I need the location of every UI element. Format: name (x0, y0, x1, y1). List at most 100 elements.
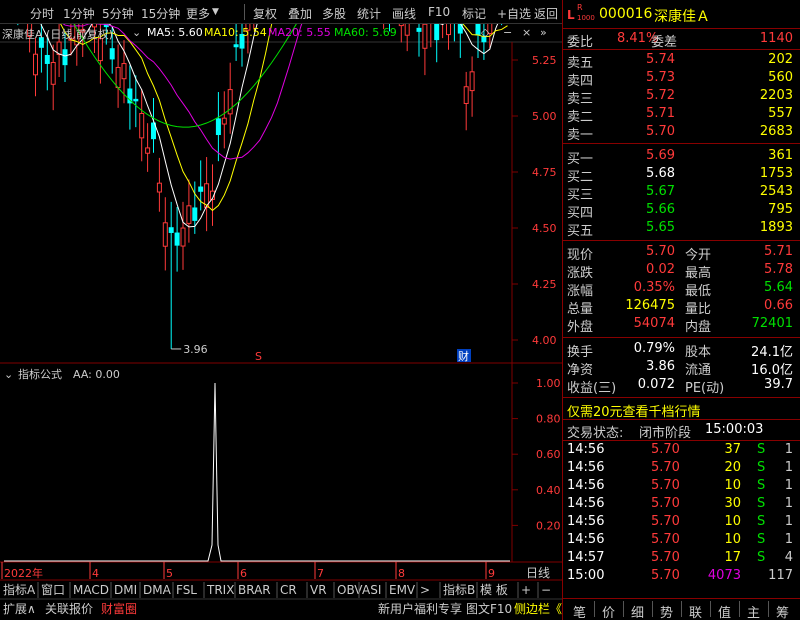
bid-row: 买三 5.67 2543 (567, 184, 797, 203)
candle-body (145, 147, 151, 154)
fund-value: 3.86 (646, 359, 675, 374)
chevron-down-icon[interactable]: ⌄ (132, 26, 141, 39)
toolbar-item-f10[interactable]: F10 (428, 5, 450, 19)
indicator-toggle-icon[interactable]: ⌄ (4, 368, 13, 381)
toolbar-item-fuquan[interactable]: 复权 (253, 5, 277, 22)
detail-tab[interactable]: 联 (689, 602, 702, 620)
tick-volume: 10 (724, 514, 741, 529)
toolbar-item-1min[interactable]: 1分钟 (63, 5, 95, 22)
panel-separator (563, 440, 800, 441)
period-label[interactable]: 日线 (526, 566, 550, 580)
quote-value: 126475 (625, 298, 675, 313)
indicator-tab[interactable]: FSL (176, 583, 197, 597)
indicator-tab[interactable]: 窗口 (41, 583, 65, 597)
quote-value: 5.70 (646, 244, 675, 259)
price-axis-label: 5.00 (532, 110, 557, 123)
candle-body (168, 227, 174, 233)
toolbar-item-fenshi[interactable]: 分时 (30, 5, 54, 22)
quote-label: 涨跌 (567, 266, 594, 281)
tick-row: 15:00 5.70 4073 117 (567, 568, 797, 586)
quote-value-2: 0.66 (764, 298, 793, 313)
toolbar-item-diejia[interactable]: 叠加 (288, 5, 312, 22)
detail-tab[interactable]: 值 (718, 602, 731, 620)
weibi-row: 委比 8.41% 委差 1140 (567, 31, 797, 50)
f10-link[interactable]: 图文F10 (466, 601, 512, 616)
minus-icon[interactable]: − (503, 26, 512, 39)
indicator-tab[interactable]: TRIX (206, 583, 234, 597)
indicator-tab[interactable]: DMI (114, 583, 137, 597)
indicator-tab[interactable]: 指标B (443, 582, 475, 597)
indicator-tab[interactable]: 指标A (3, 582, 36, 597)
candle-body (162, 222, 168, 247)
indicator-aa-line (4, 382, 510, 562)
indicator-tab[interactable]: VR (310, 583, 327, 597)
detail-tab[interactable]: 价 (602, 602, 615, 620)
candle-body (156, 182, 162, 193)
price-axis-label: 4.00 (532, 334, 557, 347)
tick-volume: 30 (724, 496, 741, 511)
detail-tab[interactable]: 筹 (776, 602, 789, 620)
tick-count: 1 (784, 442, 793, 457)
bid-volume: 1893 (759, 220, 793, 235)
close-icon[interactable]: × (522, 26, 531, 39)
tick-volume: 20 (724, 460, 741, 475)
quote-row: 外盘 54074 内盘 72401 (567, 316, 797, 335)
fund-label-2: 股本 (685, 345, 712, 360)
promo-row: 仅需20元查看千档行情 (567, 401, 797, 420)
status-link[interactable]: 财富圈 (101, 601, 137, 616)
toolbar-item-duogu[interactable]: 多股 (322, 5, 346, 22)
indicator-axis-label: 0.40 (536, 484, 561, 497)
price-axis-label: 4.50 (532, 222, 557, 235)
toolbar-item-biaoji[interactable]: 标记 (462, 5, 486, 22)
tick-price: 5.70 (651, 550, 680, 565)
candle-body (221, 117, 227, 125)
settings-diamond-icon[interactable]: ◇ (481, 26, 489, 39)
panel-separator (563, 397, 800, 398)
ask-price: 5.70 (646, 124, 675, 139)
quote-label: 外盘 (567, 320, 594, 335)
status-link[interactable]: 扩展∧ (3, 602, 36, 616)
detail-tab[interactable]: 势 (660, 602, 673, 620)
indicator-axis-label: 0.20 (536, 519, 561, 532)
chart-title: 深康佳A (日线,前复权) (2, 28, 114, 41)
indicator-tab[interactable]: EMV (389, 583, 416, 597)
tick-time: 14:56 (567, 532, 605, 547)
tab-separator (681, 601, 682, 617)
tick-side: S (757, 460, 766, 475)
indicator-tab[interactable]: DMA (143, 583, 172, 597)
candle-body (50, 61, 56, 85)
tick-side: S (757, 478, 766, 493)
toolbar-item-more[interactable]: 更多 (186, 5, 210, 22)
ask-volume: 557 (768, 106, 793, 121)
indicator-tab[interactable]: > (420, 583, 430, 597)
expand-icon[interactable]: » (540, 26, 547, 39)
tick-volume: 10 (724, 478, 741, 493)
cai-marker[interactable]: 财 (458, 349, 469, 363)
fund-label: 净资 (567, 363, 594, 378)
indicator-tab[interactable]: 模 板 (480, 583, 508, 597)
kline-chart[interactable]: 6.506.256.005.755.505.255.004.754.504.25… (0, 0, 562, 620)
tick-row: 14:56 5.70 37 S 1 (567, 442, 797, 460)
toolbar-item-back[interactable]: 返回 (534, 5, 558, 22)
toolbar-item-5min[interactable]: 5分钟 (102, 5, 134, 22)
status-link[interactable]: 关联报价 (45, 601, 93, 616)
toolbar-item-huaxian[interactable]: 画线 (392, 5, 416, 22)
toolbar-item-15min[interactable]: 15分钟 (141, 5, 180, 22)
indicator-label[interactable]: 指标公式 (18, 367, 62, 381)
indicator-tab[interactable]: CR (280, 583, 297, 597)
indicator-tab[interactable]: + (521, 583, 531, 597)
toolbar-item-tongji[interactable]: 统计 (357, 5, 381, 22)
fund-value-2: 39.7 (764, 377, 793, 392)
detail-tab[interactable]: 细 (631, 602, 644, 620)
sidebar-toggle[interactable]: 侧边栏《 (514, 601, 562, 616)
toolbar-item-zixuan[interactable]: +自选 (497, 5, 531, 22)
s-marker[interactable]: S (255, 350, 262, 363)
indicator-tab[interactable]: ASI (362, 583, 381, 597)
indicator-tab[interactable]: − (541, 583, 551, 597)
ask-label: 卖三 (567, 92, 594, 107)
indicator-tab[interactable]: MACD (73, 583, 109, 597)
status-promo[interactable]: 新用户福利专享 (378, 601, 462, 616)
detail-tab[interactable]: 主 (747, 602, 760, 620)
indicator-tab[interactable]: BRAR (238, 583, 271, 597)
detail-tab[interactable]: 笔 (573, 602, 586, 620)
